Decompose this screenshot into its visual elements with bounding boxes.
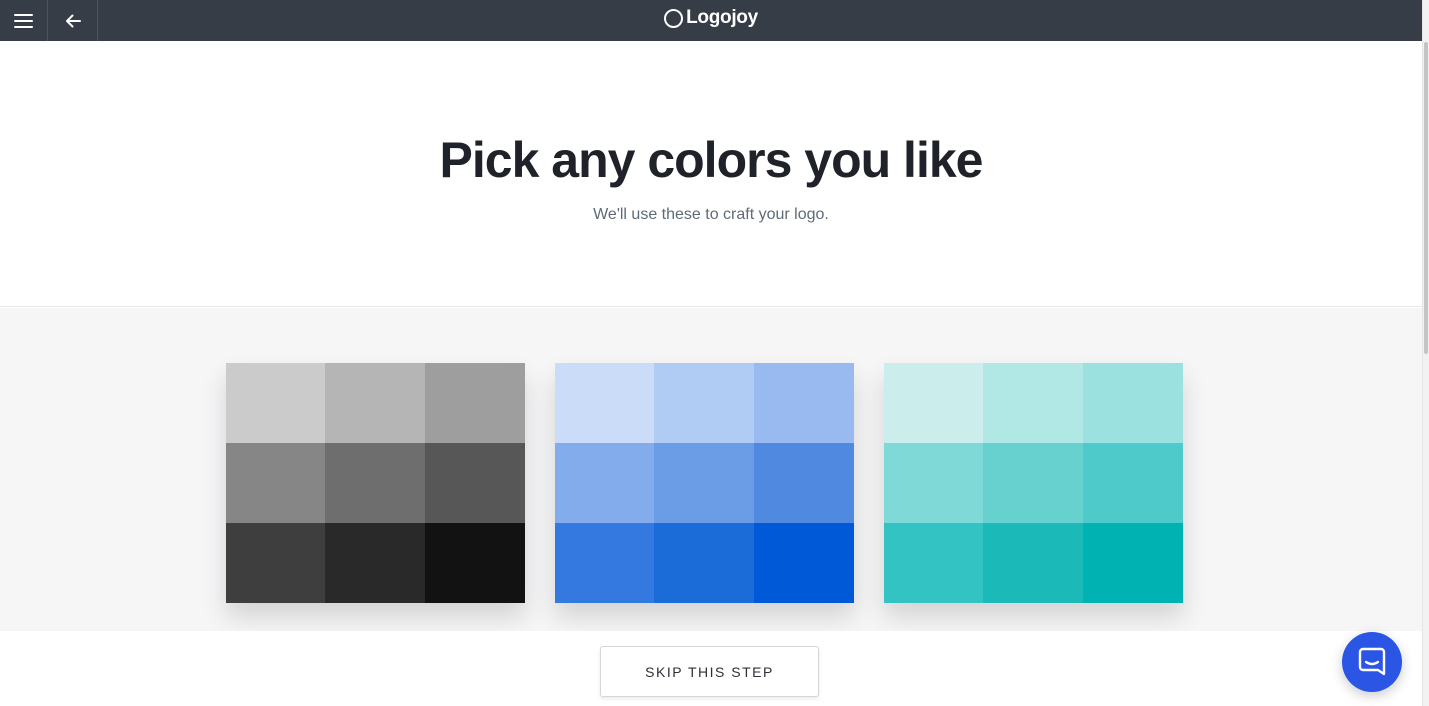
chat-launcher-button[interactable] [1342, 632, 1402, 692]
color-swatch [884, 363, 983, 443]
color-swatch [884, 523, 983, 603]
color-swatch [325, 363, 425, 443]
color-swatch [754, 363, 854, 443]
palette-area [0, 308, 1422, 631]
page-subtitle: We'll use these to craft your logo. [593, 206, 829, 223]
color-swatch [226, 523, 325, 603]
color-swatch [555, 363, 654, 443]
color-swatch [983, 443, 1083, 523]
palette-teal[interactable] [884, 363, 1183, 603]
skip-step-button[interactable]: SKIP THIS STEP [600, 646, 819, 697]
footer: SKIP THIS STEP [0, 631, 1422, 706]
circle-logo-icon [664, 8, 684, 28]
color-swatch [654, 363, 754, 443]
color-swatch [226, 443, 325, 523]
page-title: Pick any colors you like [439, 132, 984, 188]
color-swatch [425, 363, 525, 443]
chat-bubble-icon [1358, 647, 1386, 676]
color-swatch [983, 363, 1083, 443]
top-bar: Logojoy [0, 0, 1422, 41]
palette-blue[interactable] [555, 363, 854, 603]
color-swatch [325, 523, 425, 603]
color-swatch [884, 443, 983, 523]
color-swatch [654, 523, 754, 603]
scrollbar-thumb[interactable] [1424, 42, 1428, 354]
color-swatch [1083, 443, 1183, 523]
color-swatch [1083, 363, 1183, 443]
color-swatch [425, 443, 525, 523]
color-swatch [555, 443, 654, 523]
scrollbar[interactable] [1422, 0, 1429, 706]
color-swatch [325, 443, 425, 523]
color-swatch [1083, 523, 1183, 603]
page: Logojoy Pick any colors you like We'll u… [0, 0, 1429, 706]
color-swatch [555, 523, 654, 603]
color-swatch [425, 523, 525, 603]
page-header: Pick any colors you like We'll use these… [0, 41, 1422, 307]
color-swatch [654, 443, 754, 523]
color-swatch [754, 523, 854, 603]
brand-logo[interactable]: Logojoy [0, 0, 1422, 36]
brand-name: Logojoy [686, 7, 758, 28]
palette-gray[interactable] [226, 363, 525, 603]
color-swatch [983, 523, 1083, 603]
color-swatch [226, 363, 325, 443]
color-swatch [754, 443, 854, 523]
